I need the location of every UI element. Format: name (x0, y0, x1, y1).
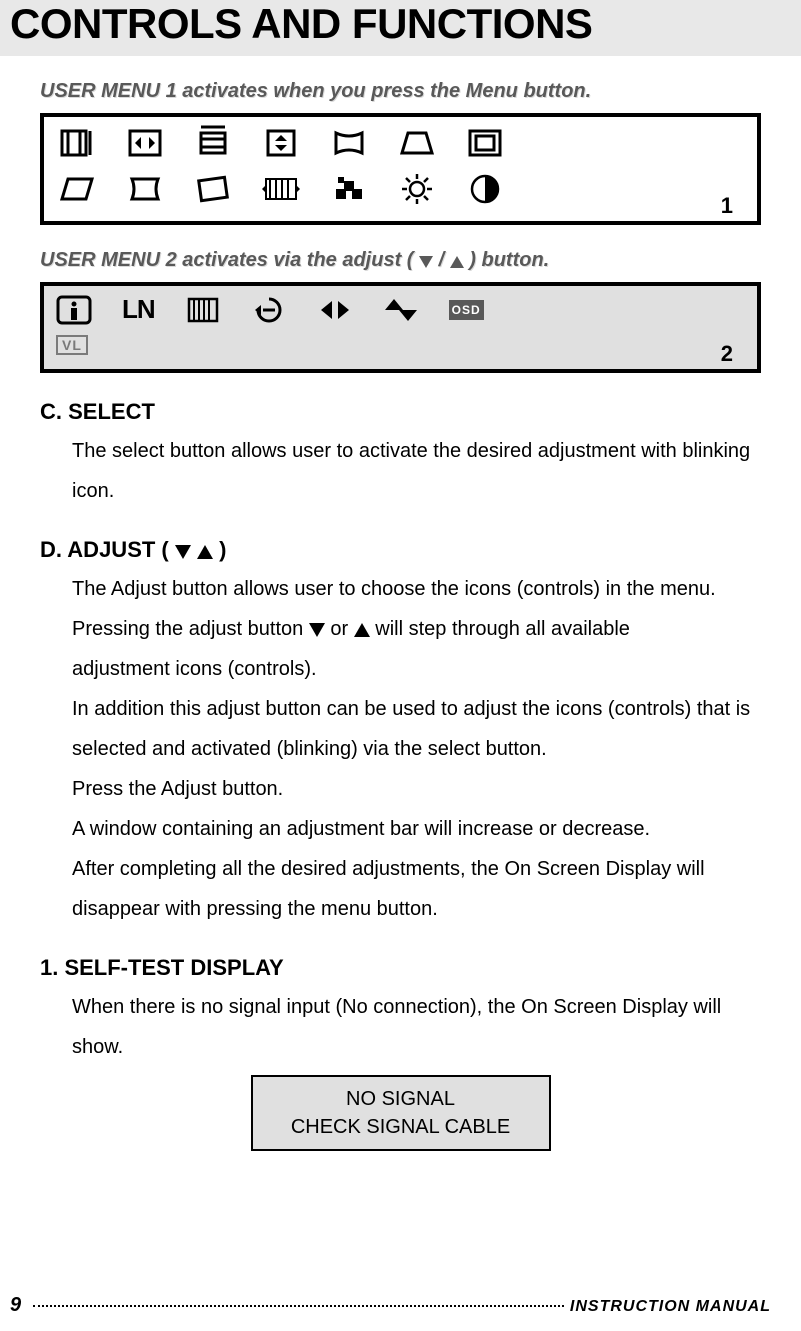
user-menu-2-row-1: LN OSD (56, 294, 745, 325)
osd-icon: OSD (449, 300, 484, 320)
no-signal-display: NO SIGNAL CHECK SIGNAL CABLE (251, 1075, 551, 1151)
brightness-icon (396, 171, 438, 207)
recall-icon (251, 295, 287, 325)
v-position-icon (260, 125, 302, 161)
parallelogram-icon (56, 171, 98, 207)
moire-icon (260, 171, 302, 207)
color-icon (328, 171, 370, 207)
page-footer: 9 INSTRUCTION MANUAL (10, 1294, 771, 1317)
user-menu-2-row-2: VL (56, 335, 745, 355)
section-d-line-1: The Adjust button allows user to choose … (72, 578, 716, 600)
language-icon: LN (122, 294, 155, 325)
section-c-body: The select button allows user to activat… (72, 431, 761, 511)
user-menu-2-header-post: ) button. (469, 249, 549, 271)
page-number: 9 (10, 1294, 21, 1317)
v-size-icon (192, 125, 234, 161)
pincushion-icon (328, 125, 370, 161)
user-menu-1-header-text: USER MENU 1 activates when you press the… (40, 80, 591, 102)
vl-icon: VL (56, 335, 88, 355)
h-size-icon (56, 125, 98, 161)
trapezoid-icon (396, 125, 438, 161)
section-d-heading-post: ) (219, 537, 226, 562)
down-triangle-icon (175, 545, 191, 559)
user-menu-1-row-2 (56, 171, 745, 207)
section-d-line-6: A window containing an adjustment bar wi… (72, 818, 650, 840)
section-d-line-7: After completing all the desired adjustm… (72, 858, 705, 920)
no-signal-line-1: NO SIGNAL (263, 1085, 539, 1113)
section-d-heading: D. ADJUST ( ) (40, 537, 771, 563)
user-menu-1-box: 1 (40, 113, 761, 225)
rotation-icon (192, 171, 234, 207)
section-d-body: The Adjust button allows user to choose … (72, 569, 761, 929)
user-menu-2-header-pre: USER MENU 2 activates via the adjust ( (40, 249, 413, 271)
ud-arrow-icon (383, 295, 419, 325)
section-d-line-2a: Pressing the adjust button (72, 618, 309, 640)
menu-1-page-number: 1 (721, 193, 733, 219)
down-triangle-icon (309, 623, 325, 637)
user-menu-1-row-1 (56, 125, 745, 161)
section-d-line-2c: will step through all available (375, 618, 630, 640)
zoom-icon (464, 125, 506, 161)
section-d-line-3: adjustment icons (controls). (72, 658, 317, 680)
section-d-line-2b: or (330, 618, 353, 640)
section-selftest-body: When there is no signal input (No connec… (72, 987, 761, 1067)
user-menu-2-header: USER MENU 2 activates via the adjust ( /… (40, 249, 771, 272)
section-d-line-4: In addition this adjust button can be us… (72, 698, 750, 760)
section-d-line-5: Press the Adjust button. (72, 778, 283, 800)
contrast-icon (464, 171, 506, 207)
manual-label: INSTRUCTION MANUAL (570, 1298, 771, 1316)
no-signal-line-2: CHECK SIGNAL CABLE (263, 1113, 539, 1141)
user-menu-2-header-mid: / (439, 249, 450, 271)
up-triangle-icon (197, 545, 213, 559)
page-title: CONTROLS AND FUNCTIONS (10, 0, 791, 48)
user-menu-1-header: USER MENU 1 activates when you press the… (40, 80, 771, 103)
down-triangle-icon (419, 256, 433, 268)
up-triangle-icon (354, 623, 370, 637)
title-banner: CONTROLS AND FUNCTIONS (0, 0, 801, 56)
section-selftest-heading: 1. SELF-TEST DISPLAY (40, 955, 771, 981)
lr-arrow-icon (317, 295, 353, 325)
degauss-icon (185, 295, 221, 325)
menu-2-page-number: 2 (721, 341, 733, 367)
user-menu-2-box: LN OSD VL 2 (40, 282, 761, 373)
section-d-heading-pre: D. ADJUST ( (40, 537, 175, 562)
h-position-icon (124, 125, 166, 161)
section-c-heading: C. SELECT (40, 399, 771, 425)
up-triangle-icon (450, 256, 464, 268)
pin-balance-icon (124, 171, 166, 207)
info-icon (56, 295, 92, 325)
footer-dotted-line (33, 1305, 564, 1307)
